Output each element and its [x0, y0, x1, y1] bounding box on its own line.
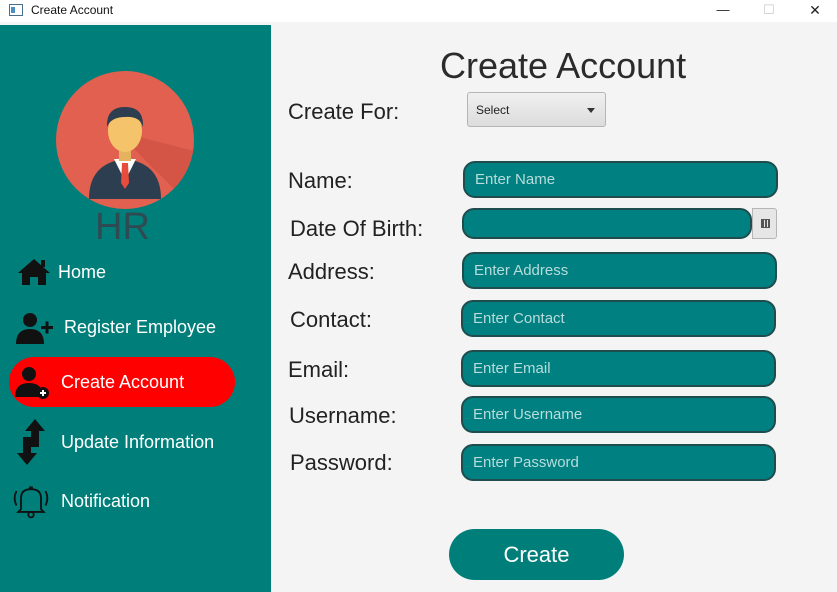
- sidebar-item-home[interactable]: Home: [9, 247, 235, 297]
- address-field[interactable]: [462, 252, 777, 289]
- sidebar-item-create-account[interactable]: Create Account: [9, 357, 235, 407]
- page-title: Create Account: [440, 45, 687, 86]
- title-bar: Create Account — ☐ ✕: [0, 0, 837, 22]
- create-account-form: Create Account Create For: Select Name: …: [271, 25, 837, 592]
- create-for-label: Create For:: [288, 99, 400, 124]
- password-field[interactable]: [461, 444, 776, 481]
- dob-label: Date Of Birth:: [290, 216, 424, 241]
- sidebar-item-register-employee[interactable]: Register Employee: [9, 302, 235, 352]
- create-button[interactable]: Create: [449, 529, 624, 580]
- user-avatar: [56, 71, 194, 209]
- role-label: HR: [95, 206, 150, 248]
- businessman-icon: [89, 107, 194, 209]
- window-title: Create Account: [31, 3, 114, 17]
- dob-picker: [462, 208, 777, 239]
- dob-field[interactable]: [462, 208, 752, 239]
- sidebar-item-label: Notification: [61, 491, 151, 511]
- name-field[interactable]: [463, 161, 778, 198]
- maximize-button[interactable]: ☐: [746, 0, 792, 22]
- chevron-down-icon: [587, 108, 595, 113]
- username-label: Username:: [289, 403, 397, 428]
- create-account-icon: [15, 367, 49, 399]
- sidebar: HR Home Register Employee Create Account…: [0, 25, 271, 592]
- name-label: Name:: [288, 168, 353, 193]
- sidebar-item-update-information[interactable]: Update Information: [9, 417, 235, 467]
- sidebar-item-label: Create Account: [61, 372, 185, 392]
- address-label: Address:: [288, 259, 375, 284]
- password-label: Password:: [290, 450, 393, 475]
- contact-label: Contact:: [290, 307, 372, 332]
- calendar-button[interactable]: [752, 208, 777, 239]
- create-for-value: Select: [476, 103, 510, 117]
- create-for-select[interactable]: Select: [467, 92, 606, 127]
- home-icon: [18, 259, 50, 285]
- email-field[interactable]: [461, 350, 776, 387]
- close-button[interactable]: ✕: [792, 0, 837, 22]
- app-window: Create Account — ☐ ✕ HR Home Register Em…: [0, 0, 837, 592]
- sidebar-item-label: Update Information: [61, 432, 215, 452]
- sidebar-item-notification[interactable]: Notification: [9, 476, 235, 526]
- email-label: Email:: [288, 357, 350, 382]
- username-field[interactable]: [461, 396, 776, 433]
- sidebar-item-label: Register Employee: [64, 317, 217, 337]
- bell-icon: [13, 486, 49, 519]
- add-user-icon: [16, 313, 53, 344]
- sidebar-item-label: Home: [58, 262, 107, 282]
- contact-field[interactable]: [461, 300, 776, 337]
- up-down-arrows-icon: [17, 419, 45, 465]
- app-icon: [9, 4, 23, 16]
- calendar-icon: [761, 219, 770, 228]
- minimize-button[interactable]: —: [700, 0, 746, 22]
